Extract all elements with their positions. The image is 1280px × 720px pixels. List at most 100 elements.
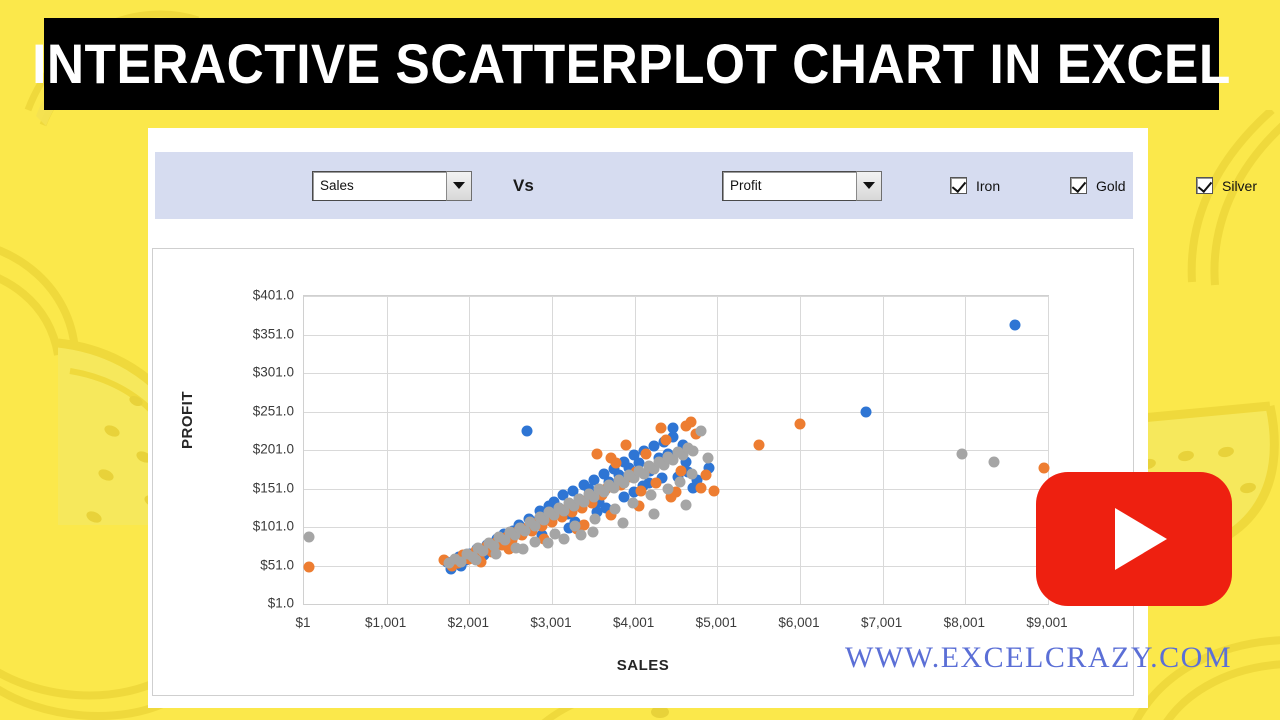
y-axis-tick-label: $201.0 xyxy=(252,441,294,457)
scatter-point-gold xyxy=(650,477,662,489)
control-panel: Sales Vs Profit Iron Gold Silver xyxy=(155,152,1257,219)
gridline-horizontal xyxy=(304,527,1048,528)
plot-area xyxy=(303,295,1050,605)
y-axis-tick-label: $301.0 xyxy=(252,364,294,380)
scatter-point-silver xyxy=(303,531,315,543)
y-axis-tick-label: $51.0 xyxy=(260,557,294,572)
x-axis-tick-label: $4,001 xyxy=(613,615,655,630)
page-root: INTERACTIVE SCATTERPLOT CHART IN EXCEL S… xyxy=(0,0,1280,720)
scatter-point-gold xyxy=(685,416,697,427)
scatter-point-silver xyxy=(542,537,554,549)
scatter-point-gold xyxy=(620,439,632,451)
scatter-chart[interactable]: PROFIT SALES $1.0 $51.0 $101.0 $151.0 $201.0… xyxy=(152,248,1134,696)
scatter-point-gold xyxy=(675,465,687,477)
scatter-point-silver xyxy=(517,543,529,555)
scatter-point-gold xyxy=(1038,462,1050,474)
youtube-play-icon[interactable] xyxy=(1036,472,1232,606)
scatter-point-gold xyxy=(660,434,672,446)
scatter-point-silver xyxy=(470,554,482,566)
scatter-point-iron xyxy=(667,422,679,434)
chevron-down-icon[interactable] xyxy=(446,170,472,201)
scatter-point-gold xyxy=(655,422,667,434)
scatter-point-silver xyxy=(674,476,686,488)
play-triangle-icon xyxy=(1115,508,1167,570)
scatter-point-silver xyxy=(587,526,599,538)
scatter-point-silver xyxy=(662,483,674,495)
scatter-point-silver xyxy=(609,503,621,515)
y-axis-dropdown[interactable]: Profit xyxy=(722,170,882,201)
y-axis-tick-label: $401.0 xyxy=(252,287,294,303)
y-axis-title: PROFIT xyxy=(179,391,196,449)
scatter-point-silver xyxy=(695,425,707,437)
x-axis-tick-label: $7,001 xyxy=(861,615,903,630)
gridline-horizontal xyxy=(304,411,1048,413)
gridline-vertical xyxy=(386,296,388,604)
site-watermark: WWW.EXCELCRAZY.COM xyxy=(845,641,1232,674)
checkbox-silver[interactable]: Silver xyxy=(1196,177,1257,194)
scatter-point-gold xyxy=(708,485,720,497)
scatter-point-gold xyxy=(591,448,603,460)
x-axis-tick-label: $5,001 xyxy=(695,615,737,630)
gridline-horizontal xyxy=(304,373,1048,374)
scatter-point-gold xyxy=(794,418,806,430)
checkbox-gold[interactable]: Gold xyxy=(1070,177,1126,194)
scatter-point-gold xyxy=(640,448,652,460)
x-axis-tick-label: $6,001 xyxy=(778,615,820,630)
checkbox-silver-label: Silver xyxy=(1222,177,1258,194)
scatter-point-silver xyxy=(529,536,541,548)
scatter-point-gold xyxy=(700,469,712,481)
decor-lemon-top-right xyxy=(1160,110,1280,290)
scatter-point-silver xyxy=(686,468,698,480)
gridline-horizontal xyxy=(304,296,1048,297)
y-axis-tick-label: $151.0 xyxy=(252,480,294,495)
checkmark-icon[interactable] xyxy=(950,177,967,194)
gridline-vertical xyxy=(800,296,801,604)
scatter-point-iron xyxy=(1009,319,1021,331)
scatter-point-silver xyxy=(617,517,629,529)
checkmark-icon[interactable] xyxy=(1070,177,1087,194)
x-axis-tick-label: $1 xyxy=(295,615,311,630)
scatter-point-gold xyxy=(610,457,622,469)
vs-label: Vs xyxy=(513,175,534,195)
scatter-point-silver xyxy=(648,508,660,520)
checkbox-gold-label: Gold xyxy=(1096,177,1126,194)
checkmark-icon[interactable] xyxy=(1196,177,1213,194)
scatter-point-gold xyxy=(695,482,707,494)
scatter-point-silver xyxy=(680,499,692,511)
gridline-vertical xyxy=(552,296,553,604)
x-axis-tick-label: $2,001 xyxy=(447,615,489,630)
decor-lemon-left xyxy=(0,230,100,360)
scatter-point-silver xyxy=(627,497,639,509)
scatter-point-iron xyxy=(860,406,872,417)
scatter-point-silver xyxy=(687,445,699,457)
scatter-point-gold xyxy=(753,439,765,451)
title-banner: INTERACTIVE SCATTERPLOT CHART IN EXCEL xyxy=(32,18,1230,110)
scatter-point-silver xyxy=(988,456,1000,468)
checkbox-iron-label: Iron xyxy=(976,177,1001,194)
scatter-point-silver xyxy=(575,529,587,541)
scatter-point-silver xyxy=(589,513,601,525)
page-title: INTERACTIVE SCATTERPLOT CHART IN EXCEL xyxy=(32,32,1231,95)
scatter-point-silver xyxy=(956,448,968,460)
scatter-point-silver xyxy=(645,489,657,501)
y-axis-tick-label: $101.0 xyxy=(252,518,294,534)
chevron-down-icon[interactable] xyxy=(856,170,882,201)
y-axis-dropdown-value: Profit xyxy=(730,178,762,193)
x-axis-dropdown-value: Sales xyxy=(320,178,354,193)
x-axis-tick-label: $9,001 xyxy=(1026,615,1068,630)
x-axis-tick-label: $1,001 xyxy=(365,615,407,630)
scatter-point-silver xyxy=(558,533,570,545)
gridline-horizontal xyxy=(304,565,1048,567)
scatter-point-iron xyxy=(521,425,533,437)
x-axis-tick-label: $8,001 xyxy=(943,615,985,630)
gridline-vertical xyxy=(882,296,884,604)
scatter-point-gold xyxy=(303,561,315,573)
gridline-vertical xyxy=(717,296,719,604)
y-axis-tick-label: $351.0 xyxy=(252,326,294,341)
y-axis-tick-label: $251.0 xyxy=(252,403,294,418)
gridline-horizontal xyxy=(304,334,1048,336)
scatter-point-silver xyxy=(702,452,714,464)
x-axis-dropdown[interactable]: Sales xyxy=(312,170,472,201)
scatter-point-silver xyxy=(490,548,502,560)
checkbox-iron[interactable]: Iron xyxy=(950,177,1000,194)
